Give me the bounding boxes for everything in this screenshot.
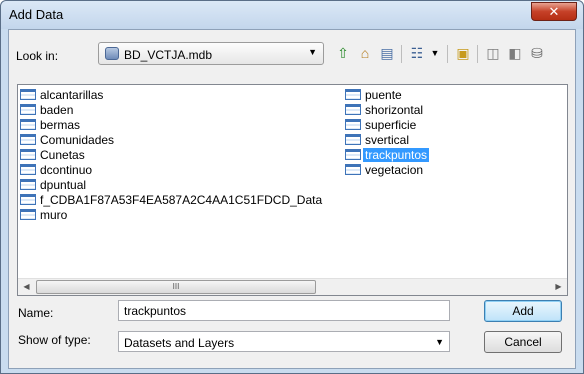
view-options-chevron-icon[interactable]: ▼ [425,43,445,63]
list-item[interactable]: puente [345,87,404,102]
list-item-selected[interactable]: trackpuntos [345,147,430,162]
table-icon [345,149,361,160]
list-item[interactable]: bermas [20,117,82,132]
table-icon [20,119,36,130]
show-of-type-label: Show of type: [18,333,91,347]
database-icon [105,47,119,60]
list-item[interactable]: shorizontal [345,102,425,117]
connect-database-icon[interactable]: ⛁ [527,43,547,63]
close-button[interactable]: ✕ [531,2,577,21]
file-list[interactable]: alcantarillas baden bermas Comunidades C… [17,84,568,296]
table-icon [20,194,36,205]
table-icon [20,104,36,115]
horizontal-scrollbar[interactable]: ◀ III ▶ [18,278,567,295]
list-item[interactable]: dcontinuo [20,162,94,177]
name-input[interactable]: trackpuntos [118,300,450,321]
list-item[interactable]: alcantarillas [20,87,105,102]
name-label: Name: [18,306,54,320]
table-icon [345,89,361,100]
list-item[interactable]: dpuntual [20,177,88,192]
table-icon [20,209,36,220]
catalog-icon[interactable]: ◫ [483,43,503,63]
table-icon [345,104,361,115]
window-title: Add Data [9,7,64,22]
table-icon [345,134,361,145]
scroll-right-arrow-icon[interactable]: ▶ [550,279,567,295]
list-item[interactable]: svertical [345,132,411,147]
chevron-down-icon: ▼ [435,337,444,347]
list-item[interactable]: f_CDBA1F87A53F4EA587A2C4AA1C51FDCD_Data [20,192,324,207]
add-data-dialog: Add Data ✕ Look in: BD_VCTJA.mdb ▼ ⇧ ⌂ ▤… [0,0,584,374]
table-icon [345,164,361,175]
title-bar[interactable]: Add Data ✕ [1,1,583,29]
connect-folder-icon[interactable]: ▤ [377,43,397,63]
scroll-thumb[interactable]: III [36,280,316,294]
list-item[interactable]: superficie [345,117,418,132]
table-icon [345,119,361,130]
table-icon [20,179,36,190]
toggle-contents-icon[interactable]: ◧ [505,43,525,63]
scroll-left-arrow-icon[interactable]: ◀ [18,279,35,295]
look-in-label: Look in: [16,49,59,63]
table-icon [20,134,36,145]
list-item[interactable]: muro [20,207,69,222]
table-icon [20,149,36,160]
list-item[interactable]: baden [20,102,75,117]
list-view-icon[interactable]: ☷ [407,43,427,63]
toolbar-separator [401,45,402,63]
dialog-body: Look in: BD_VCTJA.mdb ▼ ⇧ ⌂ ▤ ☷ ▼ ▣ ◫ ◧ … [8,29,576,369]
table-icon [20,89,36,100]
toolbar-separator [477,45,478,63]
look-in-dropdown[interactable]: BD_VCTJA.mdb ▼ [98,42,324,65]
new-folder-icon[interactable]: ▣ [453,43,473,63]
list-item[interactable]: Cunetas [20,147,87,162]
toolbar-separator [447,45,448,63]
up-one-level-icon[interactable]: ⇧ [333,43,353,63]
list-item[interactable]: vegetacion [345,162,425,177]
chevron-down-icon: ▼ [308,47,317,57]
look-in-value: BD_VCTJA.mdb [124,48,213,62]
show-of-type-value: Datasets and Layers [124,336,235,350]
home-icon[interactable]: ⌂ [355,43,375,63]
add-button[interactable]: Add [484,300,562,322]
show-of-type-dropdown[interactable]: Datasets and Layers ▼ [118,331,450,352]
table-icon [20,164,36,175]
cancel-button[interactable]: Cancel [484,331,562,353]
list-item[interactable]: Comunidades [20,132,116,147]
